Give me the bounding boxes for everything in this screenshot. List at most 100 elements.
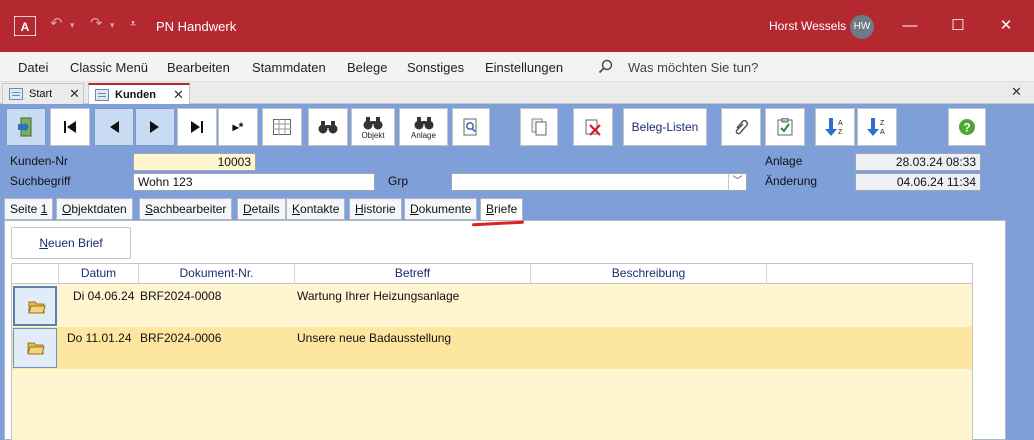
redo-icon[interactable]: ↷ (90, 14, 103, 32)
binoculars-icon (363, 117, 383, 130)
kunden-nr-label: Kunden-Nr (10, 154, 69, 168)
binoculars-icon (414, 117, 433, 130)
sort-ascending-icon: A Z (825, 118, 843, 136)
copy-button[interactable] (520, 108, 558, 146)
grp-label: Grp (388, 174, 409, 188)
svg-text:Z: Z (838, 129, 843, 136)
maximize-icon[interactable]: ☐ (948, 16, 968, 36)
sort-descending-button[interactable]: Z A (857, 108, 897, 146)
previous-record-icon (110, 121, 119, 133)
svg-text:?: ? (963, 121, 970, 135)
form-icon (9, 88, 23, 100)
calendar-button[interactable] (262, 108, 302, 146)
anlage-search-button[interactable]: Anlage (399, 108, 448, 146)
sort-ascending-button[interactable]: A Z (815, 108, 855, 146)
redo-dropdown-icon[interactable]: ▾ (110, 20, 115, 31)
close-tab-icon[interactable]: ✕ (69, 86, 80, 102)
header-betreff[interactable]: Betreff (295, 264, 531, 284)
tab-kunden[interactable]: Kunden ✕ (88, 83, 190, 105)
menu-sonstiges[interactable]: Sonstiges (407, 60, 464, 75)
open-brief-button[interactable] (13, 286, 57, 326)
help-icon: ? (959, 119, 975, 135)
help-button[interactable]: ? (948, 108, 986, 146)
close-document-icon[interactable]: ✕ (1011, 84, 1022, 100)
row-datum: Do 11.01.24 (67, 331, 132, 345)
delete-record-button[interactable] (573, 108, 613, 146)
suchbegriff-field[interactable]: Wohn 123 (133, 173, 375, 191)
menu-classic-menue[interactable]: Classic Menü (70, 60, 148, 75)
menu-einstellungen[interactable]: Einstellungen (485, 60, 563, 75)
tab-briefe[interactable]: Briefe (480, 198, 524, 221)
objekt-search-button[interactable]: Objekt (351, 108, 395, 146)
search-icon[interactable] (598, 59, 614, 75)
avatar[interactable]: HW (850, 15, 874, 39)
tell-me-input[interactable]: Was möchten Sie tun? (628, 60, 758, 75)
row-datum: Di 04.06.24 (73, 289, 135, 303)
anlage-date-label: Anlage (765, 154, 803, 168)
preview-button[interactable] (452, 108, 490, 146)
title-bar: A ↶ ▾ ↷ ▾ ⩡ PN Handwerk Horst Wessels HW… (0, 0, 1034, 52)
kunden-form: ▸* Objekt Anlage Beleg-Listen A Z Z A ? … (0, 104, 1034, 440)
attachment-button[interactable] (721, 108, 761, 146)
document-tabs: Start ✕ Kunden ✕ ✕ (0, 82, 1034, 105)
table-header: Datum Dokument-Nr. Betreff Beschreibung (12, 264, 972, 284)
close-tab-icon[interactable]: ✕ (173, 87, 184, 103)
menu-bar: Datei Classic Menü Bearbeiten Stammdaten… (0, 52, 1034, 82)
briefe-table: Datum Dokument-Nr. Betreff Beschreibung … (11, 263, 973, 440)
menu-bearbeiten[interactable]: Bearbeiten (167, 60, 230, 75)
tab-label: Kunden (115, 89, 156, 101)
svg-text:A: A (880, 129, 885, 136)
delete-record-icon (585, 119, 601, 136)
header-beschreibung[interactable]: Beschreibung (531, 264, 767, 284)
tab-seite-1[interactable]: Seite 1 (4, 198, 54, 220)
user-name[interactable]: Horst Wessels (769, 19, 846, 33)
tab-start[interactable]: Start ✕ (2, 83, 84, 104)
menu-datei[interactable]: Datei (18, 60, 48, 75)
undo-icon[interactable]: ↶ (50, 14, 63, 32)
chevron-down-icon[interactable]: ﹀ (728, 174, 746, 190)
neuen-brief-button[interactable]: Neuen Brief (11, 227, 131, 259)
row-dokument-nr: BRF2024-0006 (140, 331, 222, 345)
window-title: PN Handwerk (156, 19, 237, 34)
header-datum[interactable]: Datum (59, 264, 139, 284)
last-record-button[interactable] (177, 108, 217, 146)
tab-dokumente[interactable]: Dokumente (404, 198, 478, 220)
new-record-icon: ▸* (232, 120, 244, 134)
exit-button[interactable] (6, 108, 46, 146)
new-record-button[interactable]: ▸* (218, 108, 258, 146)
close-icon[interactable]: ✕ (996, 16, 1016, 36)
tab-details[interactable]: Details (237, 198, 286, 220)
svg-text:A: A (838, 120, 843, 127)
table-row[interactable]: Do 11.01.24 BRF2024-0006 Unsere neue Bad… (12, 327, 972, 369)
undo-dropdown-icon[interactable]: ▾ (70, 20, 75, 31)
first-record-button[interactable] (50, 108, 90, 146)
table-row[interactable]: Di 04.06.24 BRF2024-0008 Wartung Ihrer H… (12, 285, 972, 327)
kunden-nr-field[interactable]: 10003 (133, 153, 256, 171)
previous-record-button[interactable] (94, 108, 134, 146)
last-record-icon (191, 121, 203, 133)
briefe-panel: Neuen Brief Datum Dokument-Nr. Betreff B… (4, 220, 1006, 440)
sort-descending-icon: Z A (867, 118, 885, 136)
row-betreff: Unsere neue Badausstellung (297, 331, 452, 345)
open-brief-button[interactable] (13, 328, 57, 368)
next-record-button[interactable] (135, 108, 175, 146)
minimize-icon[interactable]: — (900, 16, 920, 36)
tab-historie[interactable]: Historie (349, 198, 402, 220)
access-app-icon[interactable]: A (14, 16, 36, 36)
svg-text:A: A (21, 20, 30, 34)
menu-belege[interactable]: Belege (347, 60, 387, 75)
tab-sachbearbeiter[interactable]: Sachbearbeiter (139, 198, 233, 220)
search-button[interactable] (308, 108, 348, 146)
suchbegriff-label: Suchbegriff (10, 174, 71, 188)
beleg-listen-button[interactable]: Beleg-Listen (623, 108, 707, 146)
tab-objektdaten[interactable]: Objektdaten (56, 198, 133, 220)
menu-stammdaten[interactable]: Stammdaten (252, 60, 326, 75)
header-dokument-nr[interactable]: Dokument-Nr. (139, 264, 295, 284)
grp-select[interactable]: ﹀ (451, 173, 747, 191)
calendar-grid-icon (273, 119, 291, 135)
tab-kontakte[interactable]: Kontakte (286, 198, 346, 220)
customize-qat-icon[interactable]: ⩡ (130, 18, 136, 31)
aenderung-label: Änderung (765, 174, 818, 188)
beleg-listen-label: Beleg-Listen (631, 120, 699, 134)
checklist-button[interactable] (765, 108, 805, 146)
